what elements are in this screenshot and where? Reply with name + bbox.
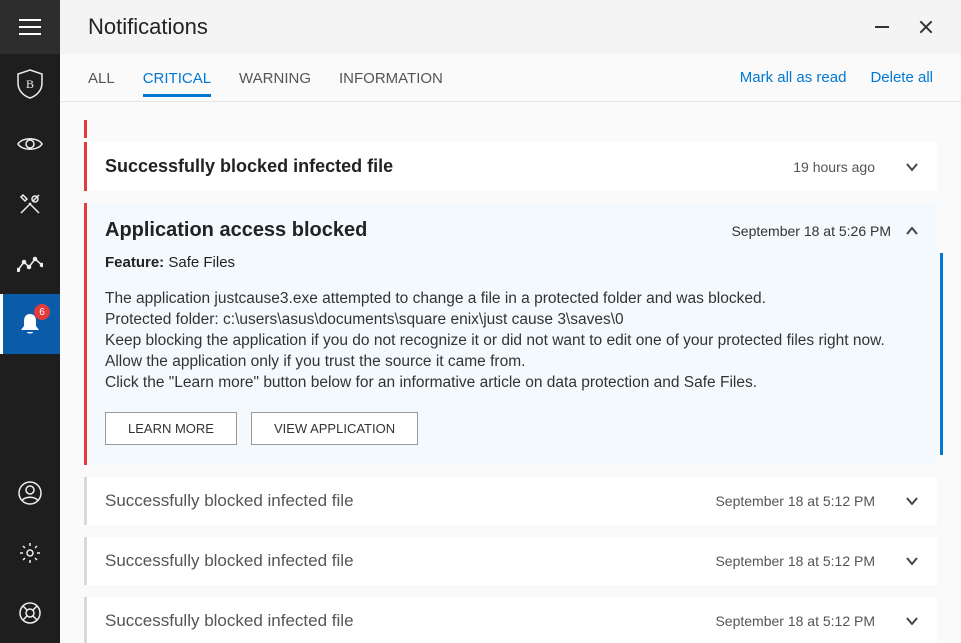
notification-item-expanded: Application access blocked September 18 … <box>84 203 937 465</box>
sidebar-item-account[interactable] <box>0 463 60 523</box>
notification-time: 19 hours ago <box>793 159 875 175</box>
notification-time: September 18 at 5:26 PM <box>731 223 891 239</box>
tabbar: ALL CRITICAL WARNING INFORMATION Mark al… <box>60 54 961 102</box>
tab-all[interactable]: ALL <box>88 58 115 97</box>
sidebar: B 6 <box>0 0 60 643</box>
severity-marker <box>84 120 87 138</box>
chevron-down-icon[interactable] <box>905 556 919 566</box>
notification-title: Successfully blocked infected file <box>105 156 393 177</box>
notification-item[interactable]: Successfully blocked infected file Septe… <box>84 477 937 525</box>
notification-title: Successfully blocked infected file <box>105 551 354 571</box>
notification-item[interactable]: Successfully blocked infected file Septe… <box>84 597 937 643</box>
lifering-icon <box>18 601 42 625</box>
notification-item[interactable]: Successfully blocked infected file Septe… <box>84 537 937 585</box>
chevron-down-icon[interactable] <box>905 496 919 506</box>
svg-text:B: B <box>26 77 34 91</box>
hamburger-icon <box>19 19 41 35</box>
notification-item[interactable]: Successfully blocked infected file 19 ho… <box>84 142 937 191</box>
chevron-down-icon[interactable] <box>905 616 919 626</box>
sidebar-item-activity[interactable] <box>0 234 60 294</box>
notification-title: Application access blocked <box>105 219 367 242</box>
menu-button[interactable] <box>0 0 60 54</box>
titlebar: Notifications <box>60 0 961 54</box>
notification-time: September 18 at 5:12 PM <box>715 553 875 569</box>
user-icon <box>18 481 42 505</box>
sidebar-item-protection[interactable]: B <box>0 54 60 114</box>
shield-icon: B <box>17 69 43 99</box>
page-title: Notifications <box>88 14 208 40</box>
close-button[interactable] <box>919 20 933 34</box>
sidebar-item-notifications[interactable]: 6 <box>0 294 60 354</box>
eye-icon <box>17 135 43 153</box>
sidebar-item-support[interactable] <box>0 583 60 643</box>
notification-body: The application justcause3.exe attempted… <box>105 289 919 394</box>
chevron-down-icon[interactable] <box>905 162 919 172</box>
notification-time: September 18 at 5:12 PM <box>715 493 875 509</box>
minimize-button[interactable] <box>875 26 889 28</box>
tab-warning[interactable]: WARNING <box>239 58 311 97</box>
tab-critical[interactable]: CRITICAL <box>143 58 211 97</box>
notifications-badge: 6 <box>34 304 50 320</box>
notification-title: Successfully blocked infected file <box>105 491 354 511</box>
mark-all-read-link[interactable]: Mark all as read <box>740 69 847 86</box>
notifications-list: Successfully blocked infected file 19 ho… <box>60 102 961 643</box>
tools-icon <box>17 191 43 217</box>
view-application-button[interactable]: VIEW APPLICATION <box>251 412 418 445</box>
delete-all-link[interactable]: Delete all <box>870 69 933 86</box>
learn-more-button[interactable]: LEARN MORE <box>105 412 237 445</box>
chevron-up-icon[interactable] <box>905 226 919 236</box>
notification-title: Successfully blocked infected file <box>105 611 354 631</box>
main-panel: Notifications ALL CRITICAL WARNING INFOR… <box>60 0 961 643</box>
sidebar-item-settings[interactable] <box>0 523 60 583</box>
notification-feature: Feature: Safe Files <box>105 254 919 271</box>
activity-icon <box>17 256 43 272</box>
sidebar-item-privacy[interactable] <box>0 114 60 174</box>
tab-information[interactable]: INFORMATION <box>339 58 443 97</box>
notification-time: September 18 at 5:12 PM <box>715 613 875 629</box>
sidebar-item-tools[interactable] <box>0 174 60 234</box>
gear-icon <box>18 541 42 565</box>
